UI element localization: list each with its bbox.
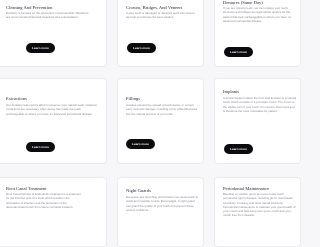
- learn-more-button[interactable]: Learn more: [127, 43, 156, 53]
- service-title: Extractions: [6, 96, 27, 101]
- service-title: Dentures (Same Day): [223, 0, 263, 5]
- learn-more-button[interactable]: Learn more: [26, 43, 55, 53]
- service-card-implants: Implants A dental implant makes the form…: [214, 78, 301, 164]
- service-description: Dentistry is focused on the prevention o…: [6, 11, 89, 20]
- service-description: Bleeding or swollen gums and even loose …: [223, 192, 296, 218]
- service-title: Cleaning And Prevention: [6, 5, 53, 10]
- service-description: Our dentistry team works effort to prese…: [6, 103, 98, 116]
- service-title: Fillings: [126, 96, 141, 101]
- service-card-cleaning: Cleaning And Prevention Dentistry is foc…: [0, 0, 107, 67]
- learn-more-button[interactable]: Learn more: [126, 139, 155, 149]
- service-description: Root Canal therapy or Endodontic treatme…: [6, 192, 81, 209]
- service-card-extractions: Extractions Our dentistry team works eff…: [0, 78, 107, 164]
- service-card-fillings: Fillings Cavities prevent the spread of …: [117, 78, 204, 164]
- service-description: A dental implant makes the form and func…: [223, 96, 297, 113]
- service-title: Root Canal Treatment: [6, 186, 47, 191]
- service-title: Periodontal Maintenance: [223, 186, 270, 191]
- learn-more-button[interactable]: Learn more: [26, 142, 55, 152]
- learn-more-button[interactable]: Learn more: [224, 47, 253, 57]
- service-card-crowns: Crowns, Bridges, And Veneers If your too…: [117, 0, 204, 67]
- service-description: Excessive jaw clenching and bruxism can …: [126, 195, 199, 212]
- service-description: If your tooth is damaged or decayed teet…: [126, 11, 196, 20]
- service-description: If you are missing teeth, we can replace…: [223, 6, 291, 23]
- service-description: Cavities prevent the spread of tooth dec…: [126, 103, 198, 116]
- service-card-root-canal: Root Canal Treatment Root Canal therapy …: [0, 177, 107, 247]
- service-title: Crowns, Bridges, And Veneers: [126, 5, 183, 10]
- services-grid: Cleaning And Prevention Dentistry is foc…: [0, 0, 320, 247]
- service-card-periodontal: Periodontal Maintenance Bleeding or swol…: [214, 177, 301, 247]
- service-title: Night Guards: [126, 188, 151, 193]
- learn-more-button[interactable]: Learn more: [224, 144, 253, 154]
- service-card-dentures: Dentures (Same Day) If you are missing t…: [214, 0, 301, 67]
- service-title: Implants: [223, 89, 240, 94]
- service-card-night-guards: Night Guards Excessive jaw clenching and…: [117, 177, 204, 247]
